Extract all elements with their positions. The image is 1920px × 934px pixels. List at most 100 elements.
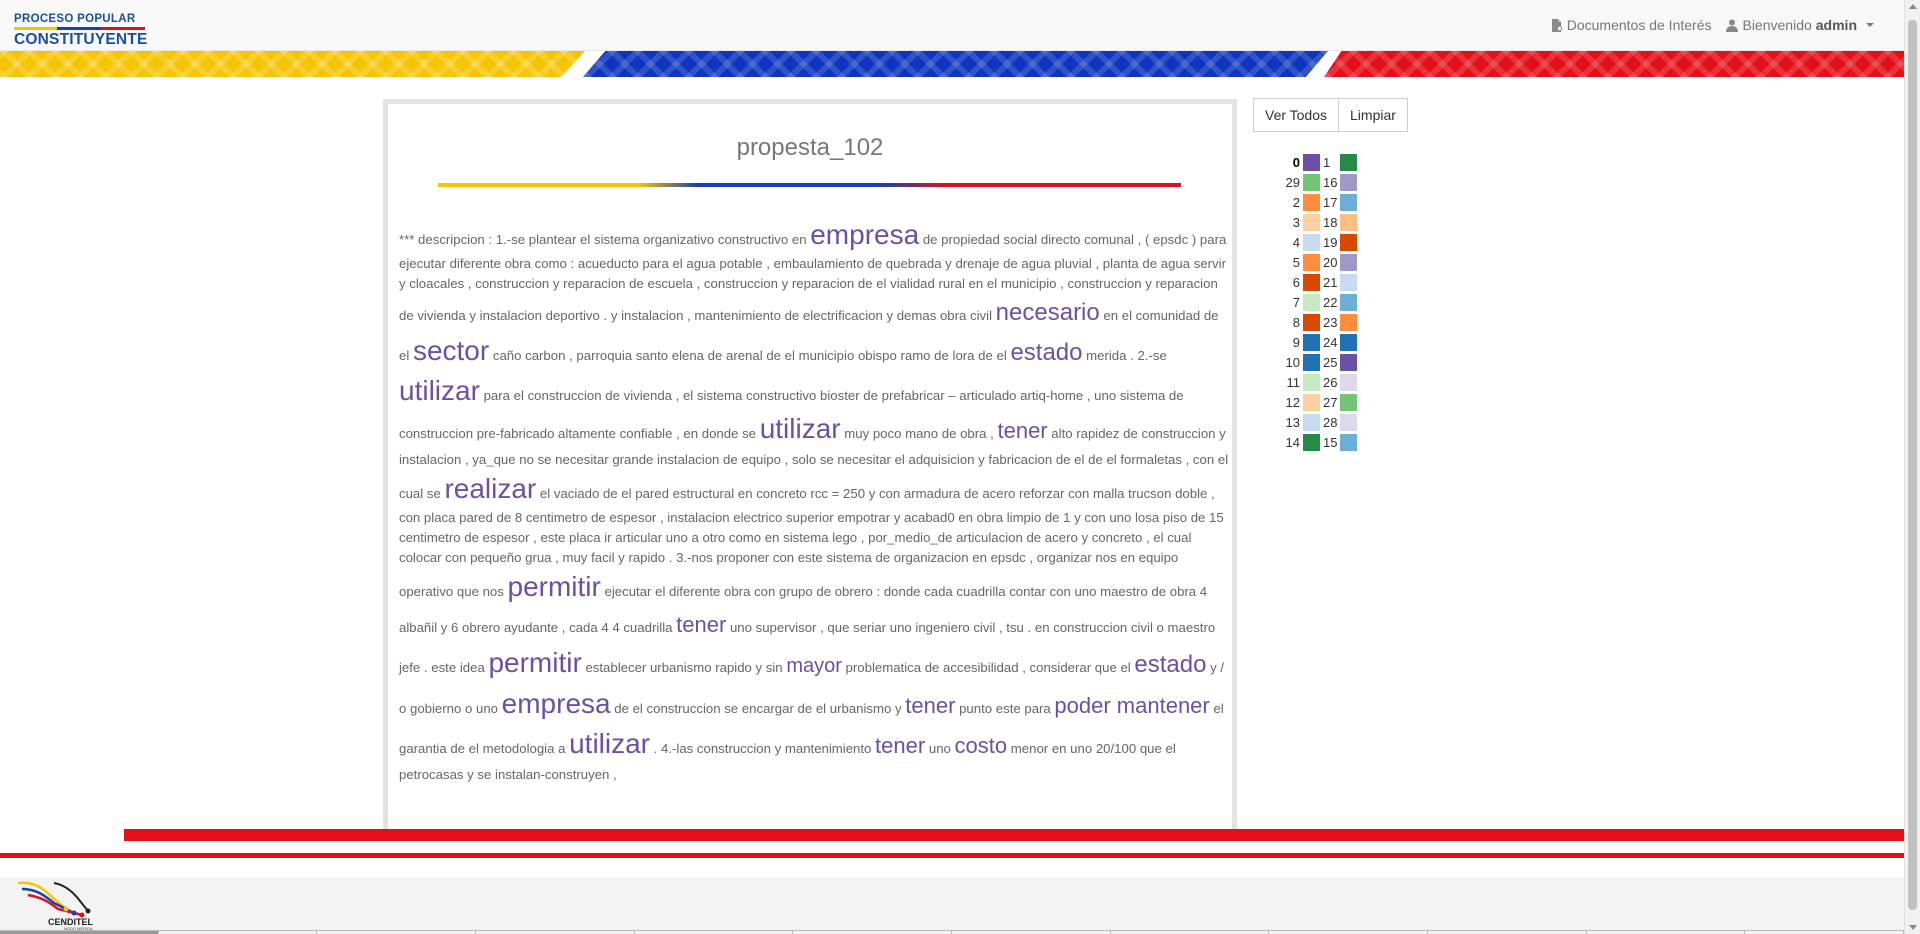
topic-label[interactable]: 19 bbox=[1320, 235, 1340, 250]
topic-label[interactable]: 29 bbox=[1282, 175, 1300, 190]
topic-label[interactable]: 10 bbox=[1282, 355, 1300, 370]
scrollbar-thumb[interactable] bbox=[1908, 20, 1917, 910]
topic-swatch[interactable] bbox=[1303, 273, 1320, 291]
topic-swatch[interactable] bbox=[1303, 353, 1320, 371]
topic-swatch[interactable] bbox=[1303, 313, 1320, 331]
topic-label[interactable]: 6 bbox=[1282, 275, 1300, 290]
text-segment: . 4.-las construccion y mantenimiento bbox=[650, 741, 876, 756]
keyword-highlight[interactable]: tener bbox=[905, 693, 955, 718]
topic-label[interactable]: 15 bbox=[1320, 435, 1340, 450]
keyword-highlight[interactable]: utilizar bbox=[569, 728, 650, 759]
topic-swatch[interactable] bbox=[1303, 213, 1320, 231]
topic-swatch[interactable] bbox=[1303, 413, 1320, 431]
topic-label[interactable]: 18 bbox=[1320, 215, 1340, 230]
cenditel-logo-graphic: CENDITEL NODO MÉRIDA bbox=[17, 881, 94, 931]
keyword-highlight[interactable]: permitir bbox=[488, 647, 581, 678]
scroll-down-icon[interactable] bbox=[1909, 925, 1917, 930]
topic-label[interactable]: 8 bbox=[1282, 315, 1300, 330]
topic-swatch[interactable] bbox=[1340, 193, 1357, 211]
topic-label[interactable]: 9 bbox=[1282, 335, 1300, 350]
keyword-highlight[interactable]: realizar bbox=[444, 473, 536, 504]
keyword-highlight[interactable]: tener bbox=[997, 418, 1047, 443]
documents-link[interactable]: Documentos de Interés bbox=[1551, 17, 1711, 33]
topic-label[interactable]: 25 bbox=[1320, 355, 1340, 370]
keyword-highlight[interactable]: utilizar bbox=[760, 413, 841, 444]
topic-label[interactable]: 14 bbox=[1282, 435, 1300, 450]
topic-label[interactable]: 26 bbox=[1320, 375, 1340, 390]
topic-label[interactable]: 13 bbox=[1282, 415, 1300, 430]
topic-swatch[interactable] bbox=[1303, 333, 1320, 351]
keyword-highlight[interactable]: poder mantener bbox=[1054, 693, 1209, 718]
topic-label[interactable]: 11 bbox=[1282, 375, 1301, 390]
topic-label[interactable]: 0 bbox=[1282, 155, 1300, 170]
topic-swatch[interactable] bbox=[1340, 393, 1357, 411]
topic-label[interactable]: 12 bbox=[1282, 395, 1300, 410]
topic-swatch[interactable] bbox=[1340, 373, 1357, 391]
topic-label[interactable]: 24 bbox=[1320, 335, 1340, 350]
proceso-popular-logo[interactable]: PROCESO POPULAR CONSTITUYENTE bbox=[14, 13, 147, 49]
topic-swatch[interactable] bbox=[1340, 313, 1357, 331]
topic-label[interactable]: 27 bbox=[1320, 395, 1340, 410]
bottom-tabs-bar bbox=[0, 930, 1905, 934]
keyword-highlight[interactable]: tener bbox=[676, 612, 726, 637]
keyword-highlight[interactable]: permitir bbox=[508, 571, 601, 602]
legend-row: 6 21 bbox=[1282, 272, 1357, 292]
topic-swatch[interactable] bbox=[1340, 333, 1357, 351]
keyword-highlight[interactable]: tener bbox=[875, 733, 925, 758]
red-line bbox=[0, 853, 1904, 858]
topic-label[interactable]: 23 bbox=[1320, 315, 1340, 330]
topic-label[interactable]: 2 bbox=[1282, 195, 1300, 210]
clear-button[interactable]: Limpiar bbox=[1338, 98, 1408, 132]
topic-label[interactable]: 1 bbox=[1320, 155, 1340, 170]
keyword-highlight[interactable]: estado bbox=[1134, 651, 1206, 678]
topic-label[interactable]: 22 bbox=[1320, 295, 1340, 310]
topic-label[interactable]: 7 bbox=[1282, 295, 1300, 310]
scroll-up-icon[interactable] bbox=[1909, 4, 1917, 9]
topic-swatch[interactable] bbox=[1340, 213, 1357, 231]
topic-label[interactable]: 4 bbox=[1282, 235, 1300, 250]
topic-label[interactable]: 20 bbox=[1320, 255, 1340, 270]
topic-label[interactable]: 17 bbox=[1320, 195, 1340, 210]
keyword-highlight[interactable]: utilizar bbox=[399, 375, 480, 406]
topic-swatch[interactable] bbox=[1340, 173, 1357, 191]
topic-swatch[interactable] bbox=[1303, 173, 1320, 191]
topic-label[interactable]: 16 bbox=[1320, 175, 1340, 190]
topic-swatch[interactable] bbox=[1340, 433, 1357, 451]
topic-swatch[interactable] bbox=[1303, 153, 1320, 171]
view-all-button[interactable]: Ver Todos bbox=[1253, 98, 1340, 132]
legend-row: 12 27 bbox=[1282, 392, 1357, 412]
legend-row: 5 20 bbox=[1282, 252, 1357, 272]
topic-swatch[interactable] bbox=[1340, 413, 1357, 431]
topic-swatch[interactable] bbox=[1303, 433, 1320, 451]
topic-swatch[interactable] bbox=[1303, 373, 1320, 391]
topic-swatch[interactable] bbox=[1340, 293, 1357, 311]
topic-swatch[interactable] bbox=[1340, 233, 1357, 251]
keyword-highlight[interactable]: estado bbox=[1010, 339, 1082, 366]
keyword-highlight[interactable]: sector bbox=[413, 335, 489, 366]
topic-label[interactable]: 5 bbox=[1282, 255, 1300, 270]
topic-swatch[interactable] bbox=[1303, 233, 1320, 251]
topic-swatch[interactable] bbox=[1340, 273, 1357, 291]
band-yellow bbox=[0, 51, 585, 77]
topic-label[interactable]: 3 bbox=[1282, 215, 1300, 230]
user-menu[interactable]: Bienvenido admin bbox=[1726, 17, 1874, 33]
topic-label[interactable]: 28 bbox=[1320, 415, 1340, 430]
topic-swatch[interactable] bbox=[1340, 353, 1357, 371]
topic-swatch[interactable] bbox=[1340, 253, 1357, 271]
topic-swatch[interactable] bbox=[1303, 253, 1320, 271]
topic-swatch[interactable] bbox=[1340, 153, 1357, 171]
topic-swatch[interactable] bbox=[1303, 193, 1320, 211]
page-scrollbar[interactable] bbox=[1904, 0, 1920, 934]
keyword-highlight[interactable]: empresa bbox=[502, 688, 611, 719]
legend-row: 2 17 bbox=[1282, 192, 1357, 212]
topic-swatch[interactable] bbox=[1303, 393, 1320, 411]
keyword-highlight[interactable]: necesario bbox=[996, 299, 1100, 326]
keyword-highlight[interactable]: mayor bbox=[786, 655, 842, 677]
keyword-highlight[interactable]: costo bbox=[955, 733, 1008, 758]
topic-label[interactable]: 21 bbox=[1320, 275, 1340, 290]
legend-row: 01 bbox=[1282, 152, 1357, 172]
keyword-highlight[interactable]: empresa bbox=[810, 219, 919, 250]
topic-swatch[interactable] bbox=[1303, 293, 1320, 311]
cenditel-logo: CENDITEL NODO MÉRIDA bbox=[14, 879, 106, 931]
text-segment: establecer urbanismo rapido y sin bbox=[581, 660, 787, 675]
